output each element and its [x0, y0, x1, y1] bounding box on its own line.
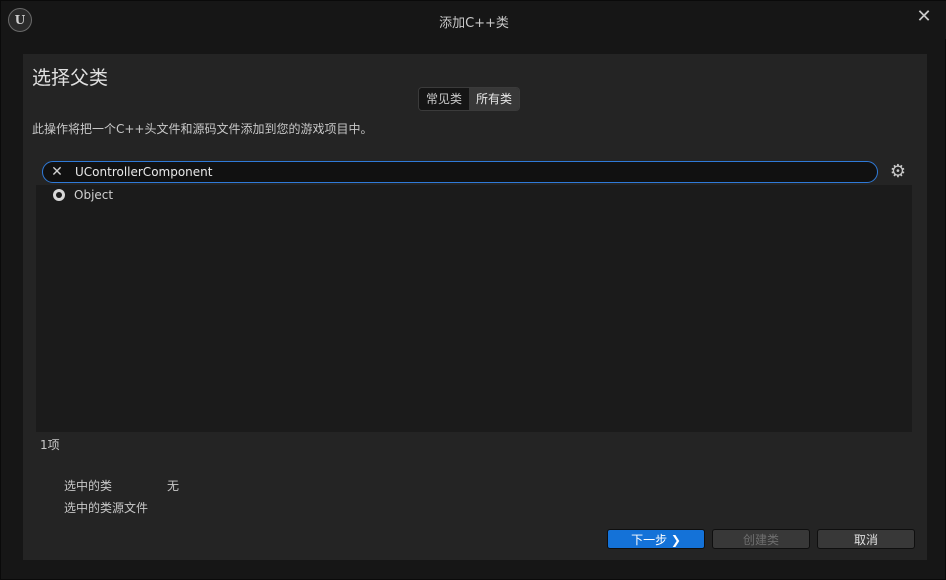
create-class-button[interactable]: 创建类 [712, 529, 810, 549]
list-item-label: Object [74, 188, 114, 202]
selected-source-label: 选中的类源文件 [64, 501, 149, 515]
class-list: Object [36, 185, 912, 432]
close-button[interactable]: ✕ [913, 7, 935, 29]
page-description: 此操作将把一个C++头文件和源码文件添加到您的游戏项目中。 [32, 122, 373, 136]
add-cpp-class-window: U 添加C++类 ✕ 选择父类 常见类 所有类 此操作将把一个C++头文件和源码… [0, 0, 946, 580]
tab-all-classes[interactable]: 所有类 [469, 88, 520, 110]
list-item[interactable]: Object [36, 185, 912, 205]
class-search-box: ✕ [42, 161, 878, 183]
item-count: 1项 [40, 438, 60, 452]
cancel-button[interactable]: 取消 [817, 529, 915, 549]
clear-search-icon[interactable]: ✕ [48, 163, 66, 181]
title-bar[interactable]: U 添加C++类 ✕ [1, 1, 946, 39]
selected-class-value: 无 [167, 479, 180, 493]
tab-common-classes[interactable]: 常见类 [419, 88, 470, 110]
window-title: 添加C++类 [439, 16, 509, 31]
next-button[interactable]: 下一步 ❯ [607, 529, 705, 549]
content-panel: 选择父类 常见类 所有类 此操作将把一个C++头文件和源码文件添加到您的游戏项目… [23, 54, 927, 560]
page-title: 选择父类 [32, 67, 109, 89]
search-input[interactable] [75, 164, 855, 180]
object-icon [53, 189, 65, 201]
gear-icon[interactable]: ⚙ [887, 161, 909, 183]
selected-class-label: 选中的类 [64, 479, 113, 493]
class-filter-tabs: 常见类 所有类 [418, 87, 521, 111]
